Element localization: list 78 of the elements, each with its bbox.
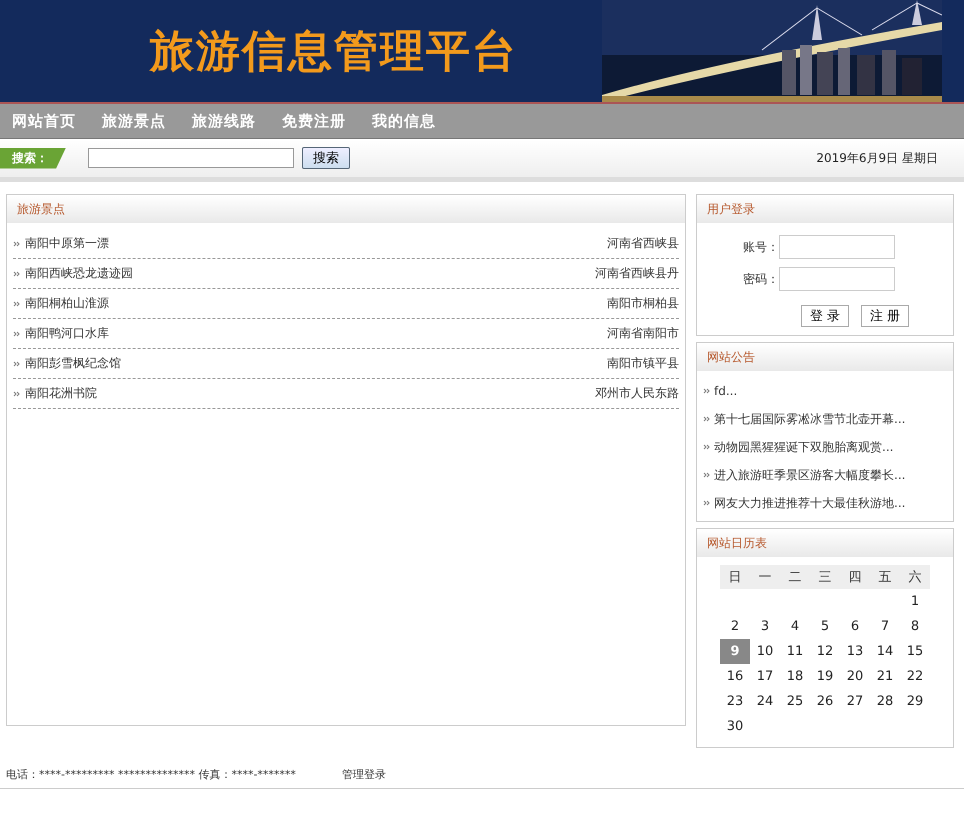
calendar-day[interactable]: 3 — [750, 614, 780, 639]
weekday-header: 日 — [720, 565, 750, 589]
calendar-day[interactable]: 20 — [840, 664, 870, 689]
calendar-day[interactable]: 22 — [900, 664, 930, 689]
input-field[interactable] — [779, 235, 895, 259]
attraction-link[interactable]: 南阳花洲书院 — [25, 385, 97, 402]
field-label: 账号： — [742, 238, 779, 256]
chevron-icon — [13, 390, 21, 398]
notice-link[interactable]: 进入旅游旺季景区游客大幅度攀长... — [714, 466, 906, 484]
weekday-header: 四 — [840, 565, 870, 589]
attraction-link[interactable]: 南阳西峡恐龙遗迹园 — [25, 265, 133, 282]
contact-text: 电话：****-********* ************** 传真：****-******* — [6, 766, 296, 782]
calendar-day[interactable]: 15 — [900, 639, 930, 664]
calendar-day[interactable]: 9 — [720, 639, 750, 664]
calendar-day[interactable]: 12 — [810, 639, 840, 664]
chevron-icon — [703, 499, 711, 507]
notice-link[interactable]: 动物园黑猩猩诞下双胞胎离观赏... — [714, 438, 894, 456]
attraction-location: 南阳市桐柏县 — [607, 295, 679, 312]
calendar-day[interactable]: 18 — [780, 664, 810, 689]
weekday-header: 二 — [780, 565, 810, 589]
calendar-day[interactable]: 21 — [870, 664, 900, 689]
calendar-day[interactable]: 11 — [780, 639, 810, 664]
calendar-day[interactable]: 30 — [720, 714, 750, 739]
search-label: 搜索： — [0, 148, 66, 168]
calendar-day[interactable]: 23 — [720, 689, 750, 714]
weekday-header: 六 — [900, 565, 930, 589]
chevron-icon — [703, 443, 711, 451]
notice-link[interactable]: 网友大力推进推荐十大最佳秋游地... — [714, 494, 906, 512]
attraction-location: 河南省南阳市 — [607, 325, 679, 342]
form-button[interactable]: 登 录 — [800, 305, 849, 327]
attraction-link[interactable]: 南阳中原第一漂 — [25, 235, 109, 252]
form-button[interactable]: 注 册 — [861, 305, 910, 327]
chevron-icon — [13, 360, 21, 368]
calendar-day[interactable]: 16 — [720, 664, 750, 689]
attraction-location: 南阳市镇平县 — [607, 355, 679, 372]
attraction-location: 邓州市人民东路 — [595, 385, 679, 402]
calendar-day[interactable]: 26 — [810, 689, 840, 714]
calendar-day[interactable]: 17 — [750, 664, 780, 689]
chevron-icon — [13, 300, 21, 308]
calendar-day[interactable]: 24 — [750, 689, 780, 714]
calendar-day[interactable]: 4 — [780, 614, 810, 639]
weekday-header: 一 — [750, 565, 780, 589]
calendar-day[interactable]: 13 — [840, 639, 870, 664]
date-text: 2019年6月9日 星期日 — [816, 150, 938, 166]
attraction-location: 河南省西峡县丹 — [595, 265, 679, 282]
calendar-day[interactable]: 14 — [870, 639, 900, 664]
chevron-icon — [703, 415, 711, 423]
chevron-icon — [703, 387, 711, 395]
chevron-icon — [13, 330, 21, 338]
weekday-header: 三 — [810, 565, 840, 589]
calendar-day[interactable]: 29 — [900, 689, 930, 714]
calendar-day[interactable]: 5 — [810, 614, 840, 639]
attraction-link[interactable]: 南阳桐柏山淮源 — [25, 295, 109, 312]
attraction-link[interactable]: 南阳鸭河口水库 — [25, 325, 109, 342]
calendar-day[interactable]: 7 — [870, 614, 900, 639]
field-label: 密码： — [742, 270, 779, 288]
calendar-day[interactable]: 27 — [840, 689, 870, 714]
admin-login-link[interactable]: 管理登录 — [342, 766, 386, 782]
attraction-location: 河南省西峡县 — [607, 235, 679, 252]
calendar-day[interactable]: 28 — [870, 689, 900, 714]
calendar-day[interactable]: 8 — [900, 614, 930, 639]
calendar-day[interactable]: 19 — [810, 664, 840, 689]
search-field[interactable] — [88, 148, 294, 168]
calendar-day[interactable]: 25 — [780, 689, 810, 714]
chevron-icon — [13, 270, 21, 278]
site-title: 旅游信息管理平台 — [150, 24, 518, 78]
weekday-header: 五 — [870, 565, 900, 589]
notice-link[interactable]: fd... — [714, 384, 738, 398]
attraction-link[interactable]: 南阳彭雪枫纪念馆 — [25, 355, 121, 372]
calendar-day[interactable]: 1 — [900, 589, 930, 614]
calendar-day[interactable]: 10 — [750, 639, 780, 664]
calendar-day[interactable]: 6 — [840, 614, 870, 639]
chevron-icon — [703, 471, 711, 479]
notice-link[interactable]: 第十七届国际雾凇冰雪节北壶开幕... — [714, 410, 906, 428]
search-button[interactable]: 搜索 — [302, 147, 350, 169]
calendar-day[interactable]: 2 — [720, 614, 750, 639]
input-field[interactable] — [779, 267, 895, 291]
chevron-icon — [13, 240, 21, 248]
